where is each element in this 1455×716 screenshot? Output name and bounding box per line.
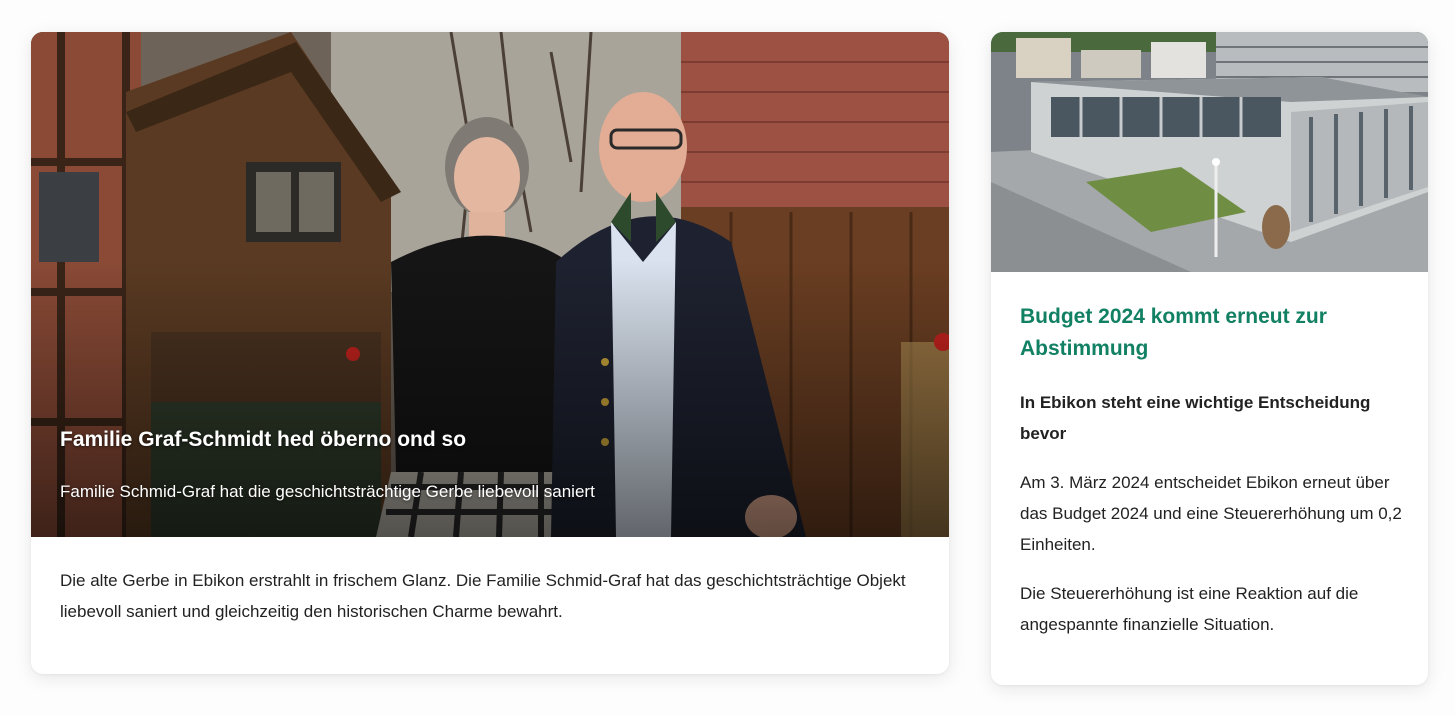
feature-subtitle: Familie Schmid-Graf hat die geschichtstr… (60, 482, 595, 501)
article-paragraph-2: Die Steuererhöhung ist eine Reaktion auf… (1020, 584, 1359, 634)
page: Familie Graf-Schmidt hed öberno ond so F… (0, 0, 1455, 716)
image-gradient-overlay (31, 32, 949, 537)
feature-card[interactable]: Familie Graf-Schmidt hed öberno ond so F… (31, 32, 949, 674)
article-card[interactable]: Budget 2024 kommt erneut zur Abstimmung … (991, 32, 1428, 685)
article-content: Budget 2024 kommt erneut zur Abstimmung … (1020, 301, 1410, 658)
article-lead: In Ebikon steht eine wichtige Entscheidu… (1020, 393, 1371, 443)
article-title[interactable]: Budget 2024 kommt erneut zur Abstimmung (1020, 301, 1410, 365)
article-photo (991, 32, 1428, 272)
article-paragraph-1: Am 3. März 2024 entscheidet Ebikon erneu… (1020, 473, 1402, 554)
article-image[interactable] (991, 32, 1428, 272)
feature-image[interactable]: Familie Graf-Schmidt hed öberno ond so F… (31, 32, 949, 537)
feature-body-text: Die alte Gerbe in Ebikon erstrahlt in fr… (60, 571, 906, 621)
feature-title[interactable]: Familie Graf-Schmidt hed öberno ond so (60, 428, 466, 452)
